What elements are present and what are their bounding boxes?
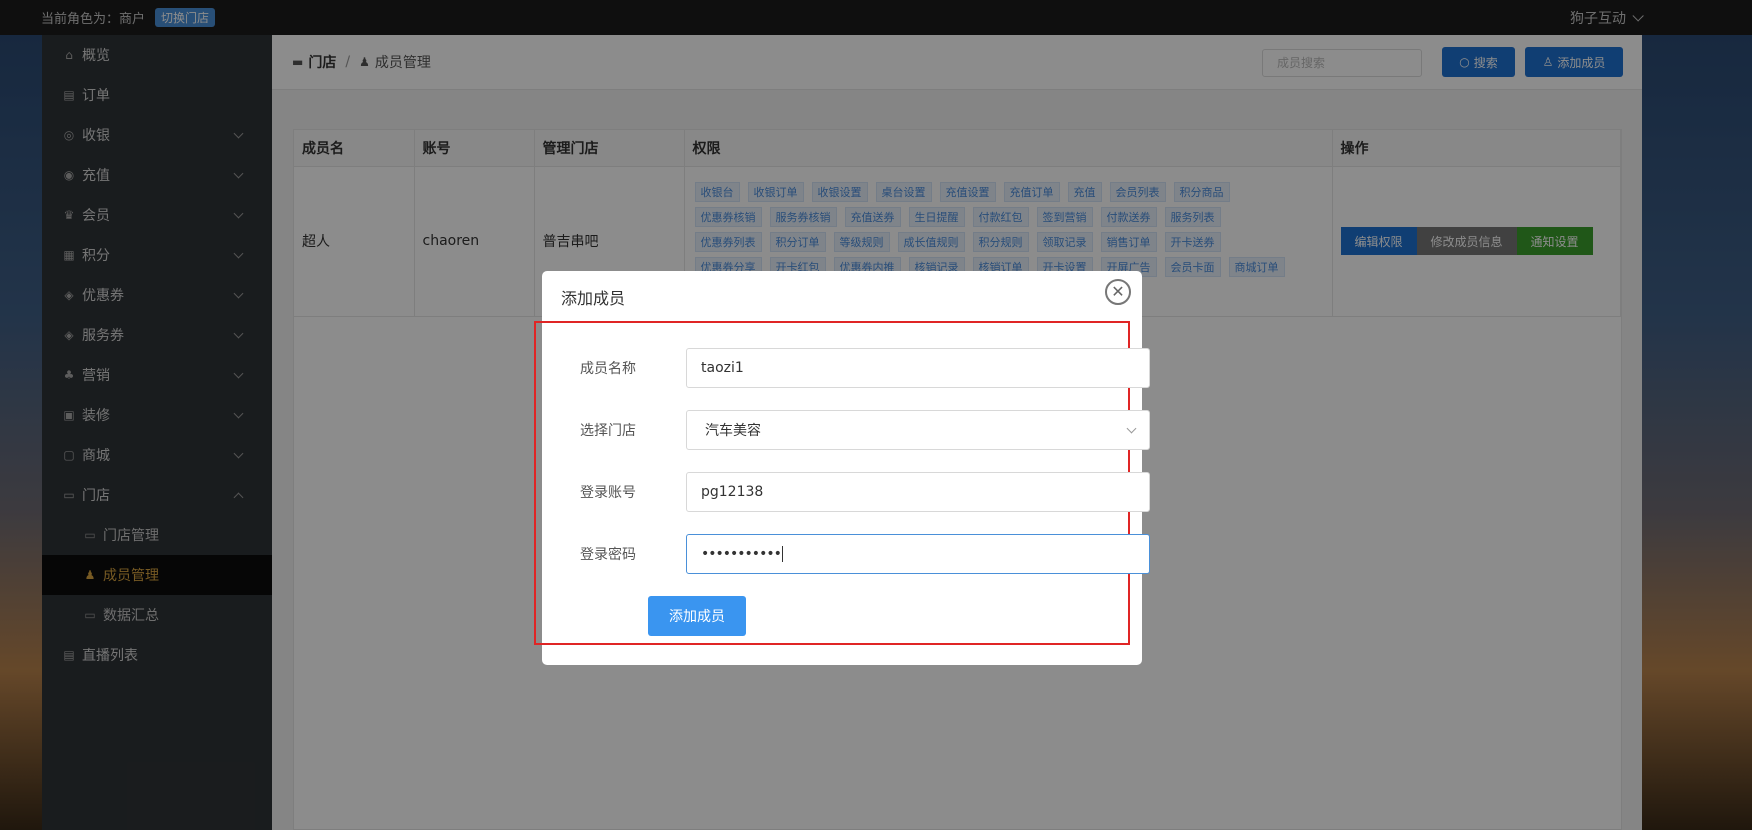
login-account-input[interactable]: pg12138 (686, 472, 1150, 512)
member-name-label: 成员名称 (580, 361, 636, 377)
member-name-input[interactable]: taozi1 (686, 348, 1150, 388)
store-select[interactable]: 汽车美容 (686, 410, 1150, 450)
add-member-modal: 添加成员 ✕ 成员名称 taozi1 选择门店 汽车美容 登录账号 pg1213… (534, 271, 1150, 665)
form-row-login-password: 登录密码 ••••••••••• (580, 534, 1150, 574)
login-password-input[interactable]: ••••••••••• (686, 534, 1150, 574)
login-account-label: 登录账号 (580, 485, 636, 501)
form-row-login-account: 登录账号 pg12138 (580, 472, 1150, 512)
text-cursor (781, 546, 783, 562)
form-row-member-name: 成员名称 taozi1 (580, 348, 1150, 388)
close-icon[interactable]: ✕ (1105, 279, 1131, 305)
add-member-submit-button[interactable]: 添加成员 (648, 596, 746, 636)
login-password-label: 登录密码 (580, 547, 636, 563)
password-dots: ••••••••••• (701, 546, 782, 562)
modal-title: 添加成员 (561, 289, 626, 308)
chevron-down-icon (1126, 423, 1137, 434)
store-select-value: 汽车美容 (705, 423, 761, 439)
form-row-store-select: 选择门店 汽车美容 (580, 410, 1150, 450)
store-select-label: 选择门店 (580, 423, 636, 439)
